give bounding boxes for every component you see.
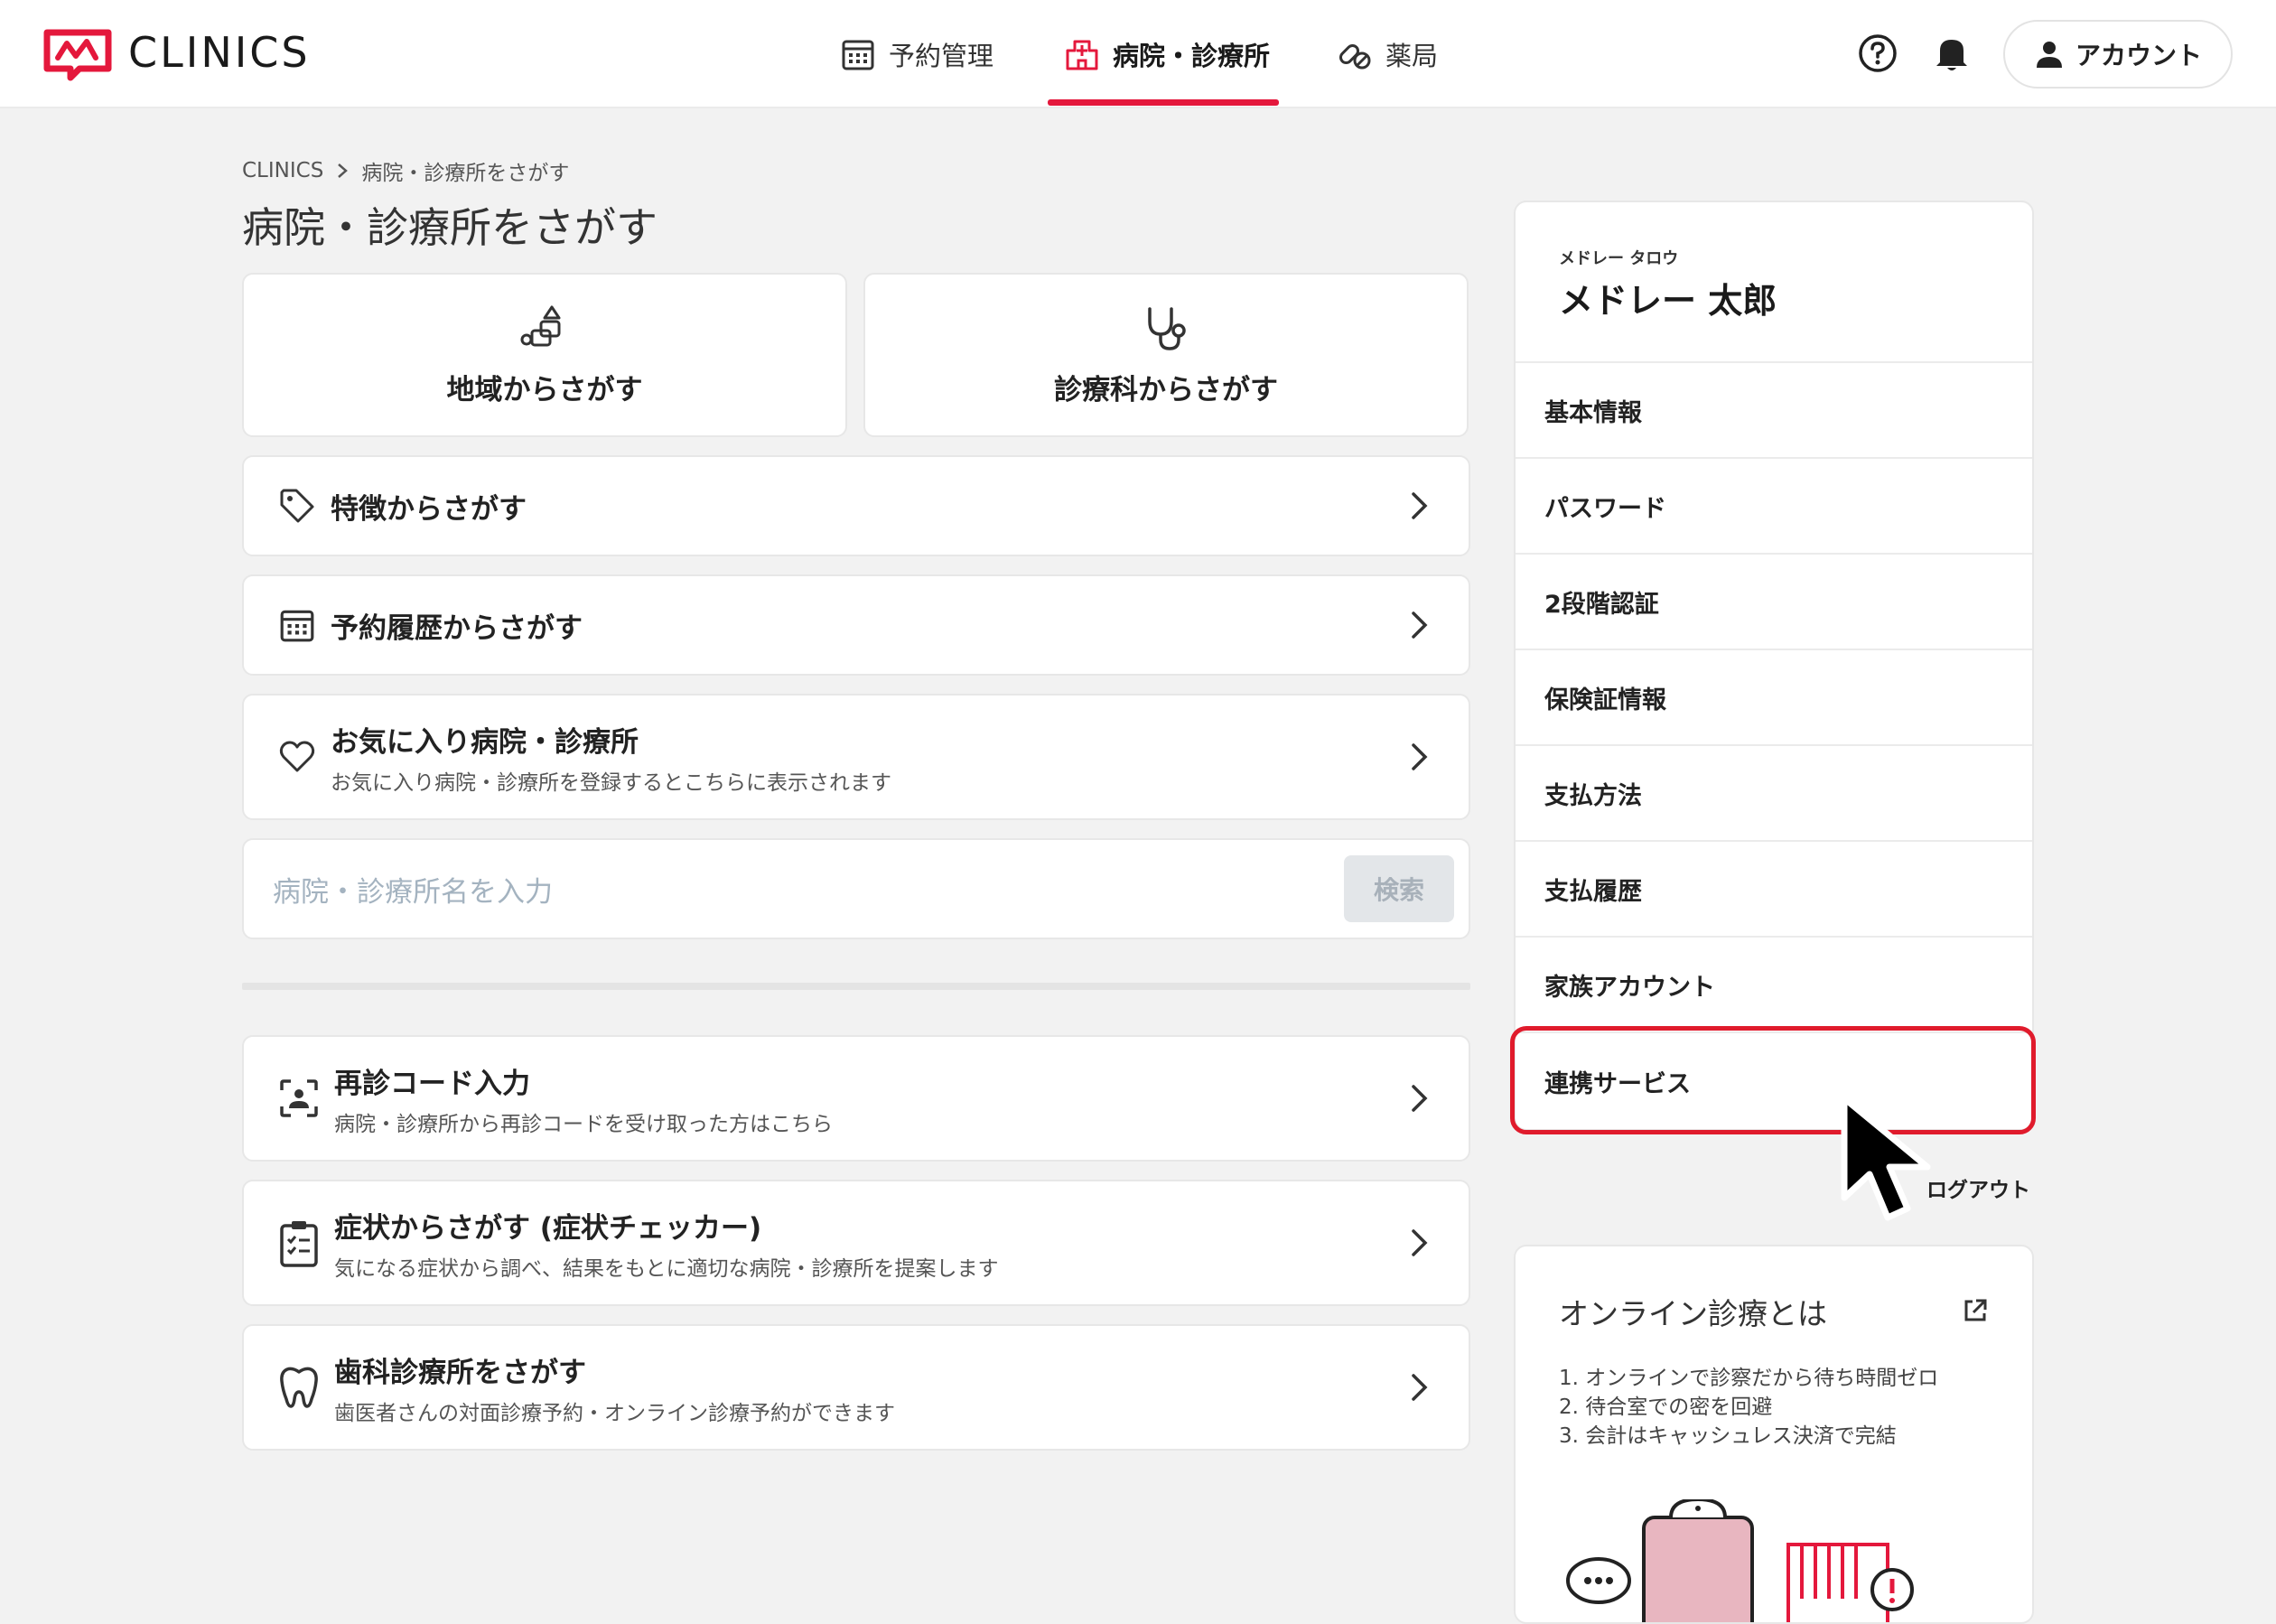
breadcrumb-current: 病院・診療所をさがす [361,162,570,185]
revisit-code-title: 再診コード入力 [334,1067,530,1100]
search-by-feature-row[interactable]: 特徴からさがす [242,455,1470,556]
clipboard-check-icon [280,1221,318,1267]
chevron-right-icon [1412,492,1428,519]
search-by-history-row[interactable]: 予約履歴からさがす [242,574,1470,676]
dental-search-row[interactable]: 歯科診療所をさがす 歯医者さんの対面診療予約・オンライン診療予約ができます [242,1324,1470,1451]
dental-search-subtitle: 歯医者さんの対面診療予約・オンライン診療予約ができます [334,1401,895,1425]
search-by-feature-title: 特徴からさがす [331,492,527,526]
user-icon [2036,42,2062,68]
search-by-area-card[interactable]: 地域からさがす [242,273,847,437]
info-points: 1. オンラインで診察だから待ち時間ゼロ 2. 待合室での密を回避 3. 会計は… [1559,1364,1938,1451]
sidebar-item-basic-info[interactable]: 基本情報 [1516,363,2032,459]
bell-icon[interactable] [1931,33,1973,74]
user-profile: メドレー タロウ メドレー 太郎 [1516,202,2032,363]
breadcrumb: CLINICS 病院・診療所をさがす [242,155,569,186]
symptom-checker-row[interactable]: 症状からさがす (症状チェッカー) 気になる症状から調べ、結果をもとに適切な病院… [242,1180,1470,1306]
favorites-subtitle: お気に入り病院・診療所を登録するとこちらに表示されます [331,770,891,795]
chevron-right-icon [1412,1374,1428,1401]
revisit-code-row[interactable]: 再診コード入力 病院・診療所から再診コードを受け取った方はこちら [242,1035,1470,1162]
clinics-logo-icon[interactable] [43,27,112,81]
chevron-right-icon [1412,1229,1428,1256]
nav-active-indicator [1048,99,1279,106]
search-by-history-title: 予約履歴からさがす [331,611,583,645]
pills-icon [1339,43,1371,70]
search-button[interactable]: 検索 [1344,855,1454,922]
section-divider [242,983,1470,990]
logout-area: ログアウト [1514,1131,2034,1248]
symptom-checker-title: 症状からさがす (症状チェッカー) [334,1211,762,1245]
map-location-icon [520,305,561,346]
account-label: アカウント [2075,41,2202,70]
account-button[interactable]: アカウント [2003,20,2233,89]
sidebar-item-two-factor[interactable]: 2段階認証 [1516,555,2032,650]
chevron-right-icon [1412,611,1428,639]
nav-pharmacy[interactable]: 薬局 [1337,27,1438,81]
highlight-box [1510,1026,2036,1134]
tooth-icon [280,1367,318,1408]
logo-text[interactable]: CLINICS [128,25,311,79]
page-title: 病院・診療所をさがす [242,203,658,252]
help-icon[interactable] [1857,33,1898,74]
hospital-search-input[interactable]: 病院・診療所名を入力 [273,869,1344,910]
info-point: 2. 待合室での密を回避 [1559,1395,1773,1419]
nav-reservations[interactable]: 予約管理 [840,27,993,81]
external-link-icon[interactable] [1962,1297,1989,1324]
sidebar-item-payment-method[interactable]: 支払方法 [1516,746,2032,842]
online-consultation-card[interactable]: オンライン診療とは 1. オンラインで診察だから待ち時間ゼロ 2. 待合室での密… [1514,1245,2034,1624]
nav-hospitals[interactable]: 病院・診療所 [1064,27,1270,81]
heart-icon [279,741,315,772]
nav-pharmacy-label: 薬局 [1385,41,1439,71]
stethoscope-icon [1148,306,1186,350]
account-sidebar: メドレー タロウ メドレー 太郎 基本情報 パスワード 2段階認証 保険証情報 … [1514,201,2034,1131]
hospital-icon [1066,40,1098,70]
mouse-cursor-icon [1841,1095,1931,1221]
chevron-right-icon [1412,743,1428,770]
user-name-kana: メドレー タロウ [1559,249,1679,268]
dental-search-title: 歯科診療所をさがす [334,1356,586,1389]
info-title: オンライン診療とは [1559,1296,1827,1331]
search-by-area-label: 地域からさがす [446,373,643,406]
user-name: メドレー 太郎 [1559,281,1777,321]
sidebar-item-family-account[interactable]: 家族アカウント [1516,938,2032,1033]
nav-hospitals-label: 病院・診療所 [1113,41,1271,71]
search-by-department-label: 診療科からさがす [1054,373,1278,406]
symptom-checker-subtitle: 気になる症状から調べ、結果をもとに適切な病院・診療所を提案します [334,1256,999,1281]
sidebar-item-payment-history[interactable]: 支払履歴 [1516,842,2032,938]
sidebar-item-insurance[interactable]: 保険証情報 [1516,650,2032,746]
nav-reservations-label: 予約管理 [889,41,994,71]
info-point: 1. オンラインで診察だから待ち時間ゼロ [1559,1367,1939,1390]
chevron-right-icon [1412,1085,1428,1112]
favorites-row[interactable]: お気に入り病院・診療所 お気に入り病院・診療所を登録するとこちらに表示されます [242,694,1470,820]
favorites-title: お気に入り病院・診療所 [331,725,639,759]
info-point: 3. 会計はキャッシュレス決済で完結 [1559,1424,1897,1448]
breadcrumb-home[interactable]: CLINICS [242,159,323,182]
chevron-right-icon [338,163,349,178]
revisit-code-subtitle: 病院・診療所から再診コードを受け取った方はこちら [334,1112,833,1136]
sidebar-item-password[interactable]: パスワード [1516,459,2032,555]
tag-icon [280,489,314,523]
qr-scan-icon [280,1079,318,1117]
calendar-icon [280,610,314,642]
online-consultation-illustration [1566,1499,1914,1622]
search-by-department-card[interactable]: 診療科からさがす [863,273,1469,437]
calendar-icon [842,40,874,70]
hospital-search-bar[interactable]: 病院・診療所名を入力 検索 [242,838,1470,939]
